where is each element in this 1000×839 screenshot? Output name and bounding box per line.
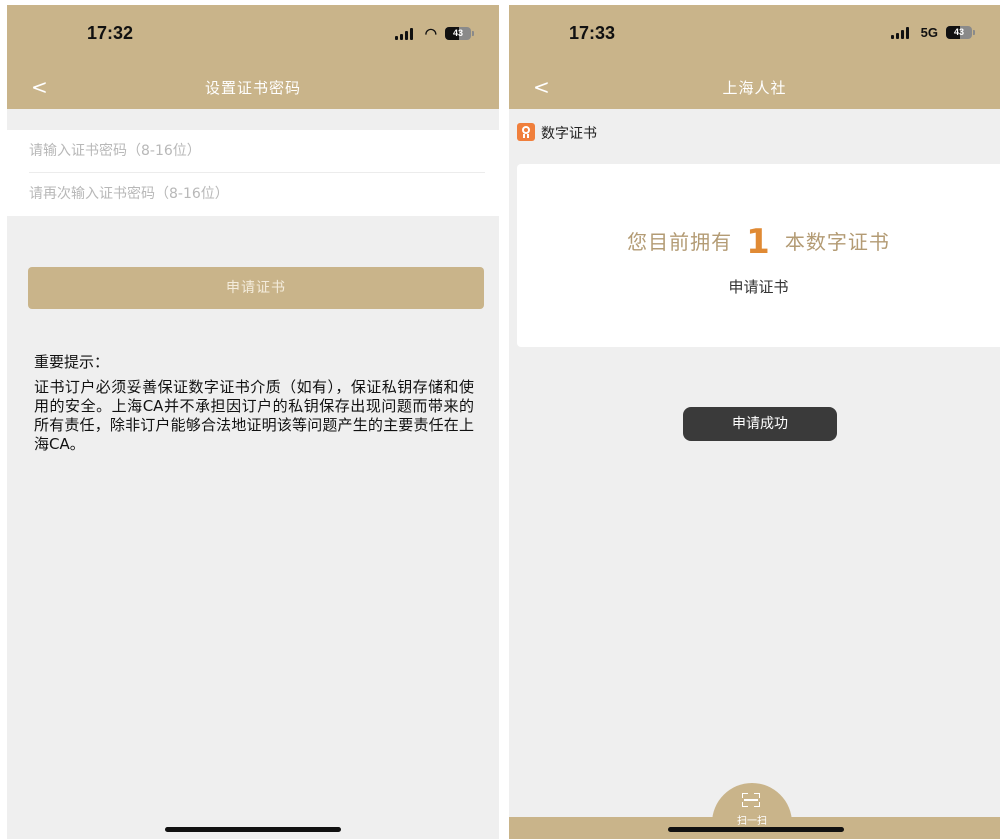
certificate-card: 您目前拥有 1 本数字证书 申请证书 bbox=[517, 164, 1000, 347]
certificate-count: 1 bbox=[746, 222, 771, 262]
password-input[interactable] bbox=[29, 130, 485, 173]
notice-title: 重要提示： bbox=[34, 353, 110, 371]
home-indicator[interactable] bbox=[165, 827, 341, 832]
status-bar: 17:33 5G 43 bbox=[509, 5, 1000, 65]
confirm-password-input[interactable] bbox=[29, 173, 485, 215]
network-type: 5G bbox=[920, 25, 938, 40]
section-header: 数字证书 bbox=[509, 122, 1000, 146]
digital-certificate-screen: 17:33 5G 43 < 上海人社 数字证书 您目前拥有 1 本数字证书 申请证书… bbox=[509, 5, 1000, 839]
notice-body: 证书订户必须妥善保证数字证书介质（如有），保证私钥存储和使用的安全。上海CA并不… bbox=[34, 378, 474, 453]
battery-icon: 43 bbox=[946, 26, 975, 39]
battery-level: 43 bbox=[953, 27, 964, 37]
nav-bar: < 上海人社 bbox=[509, 65, 1000, 109]
password-form bbox=[7, 130, 499, 216]
set-cert-password-screen: 17:32 ◠ 43 < 设置证书密码 申请证书 重要提示： 证书订户必须妥善保… bbox=[7, 5, 499, 839]
count-prefix: 您目前拥有 bbox=[627, 230, 733, 254]
nav-bar: < 设置证书密码 bbox=[7, 65, 499, 109]
certificate-count-line: 您目前拥有 1 本数字证书 bbox=[517, 222, 1000, 262]
home-indicator[interactable] bbox=[668, 827, 844, 832]
success-toast: 申请成功 bbox=[683, 407, 837, 441]
page-title: 设置证书密码 bbox=[204, 79, 301, 97]
apply-certificate-link[interactable]: 申请证书 bbox=[517, 276, 1000, 297]
signal-icon bbox=[394, 27, 417, 40]
battery-icon: 43 bbox=[445, 27, 474, 40]
count-suffix: 本数字证书 bbox=[784, 230, 890, 254]
status-icons: ◠ 43 bbox=[394, 25, 474, 42]
status-bar: 17:32 ◠ 43 bbox=[7, 5, 499, 65]
status-time: 17:33 bbox=[569, 23, 616, 43]
page-title: 上海人社 bbox=[722, 79, 787, 97]
scan-label: 扫一扫 bbox=[737, 816, 767, 827]
signal-icon bbox=[890, 26, 913, 39]
scan-icon bbox=[742, 793, 760, 807]
status-icons: 5G 43 bbox=[890, 25, 975, 40]
wifi-icon: ◠ bbox=[424, 25, 437, 41]
battery-level: 43 bbox=[452, 28, 463, 38]
apply-certificate-button[interactable]: 申请证书 bbox=[28, 267, 484, 309]
certificate-icon bbox=[517, 123, 535, 141]
status-time: 17:32 bbox=[87, 23, 134, 43]
section-label: 数字证书 bbox=[541, 126, 597, 142]
